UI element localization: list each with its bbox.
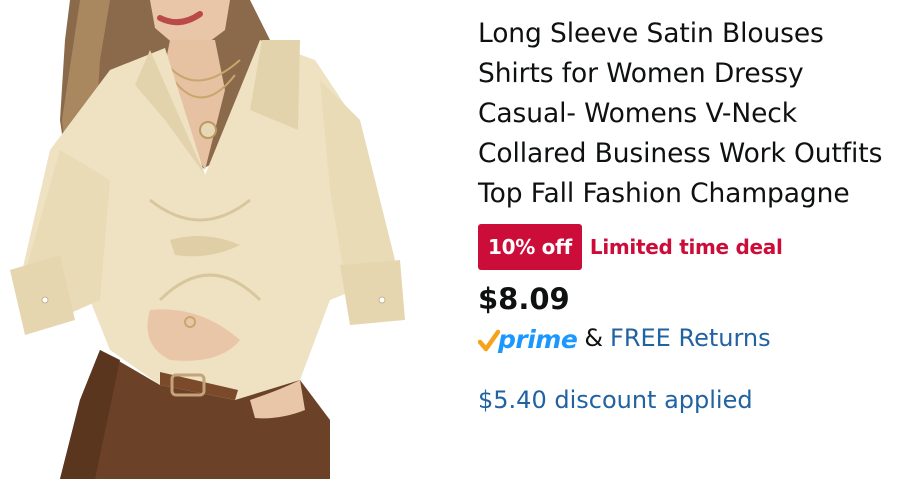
price: $8.09 xyxy=(478,282,570,316)
prime-check-icon xyxy=(478,329,500,352)
prime-label: prime xyxy=(498,325,578,354)
ampersand: & xyxy=(584,324,604,352)
discount-badge: 10% off xyxy=(478,224,582,270)
free-returns-link[interactable]: FREE Returns xyxy=(610,324,771,352)
product-card[interactable]: Long Sleeve Satin Blouses Shirts for Wom… xyxy=(0,0,912,479)
deal-row: 10% off Limited time deal xyxy=(478,224,898,270)
deal-label: Limited time deal xyxy=(589,235,783,259)
prime-logo: prime xyxy=(478,323,578,354)
product-details: Long Sleeve Satin Blouses Shirts for Wom… xyxy=(478,14,898,414)
product-image[interactable] xyxy=(0,0,440,479)
prime-row: prime & FREE Returns xyxy=(478,320,898,356)
model-wearing-blouse-illustration xyxy=(10,0,405,479)
product-title[interactable]: Long Sleeve Satin Blouses Shirts for Wom… xyxy=(478,14,898,214)
discount-applied-text: $5.40 discount applied xyxy=(478,386,753,414)
